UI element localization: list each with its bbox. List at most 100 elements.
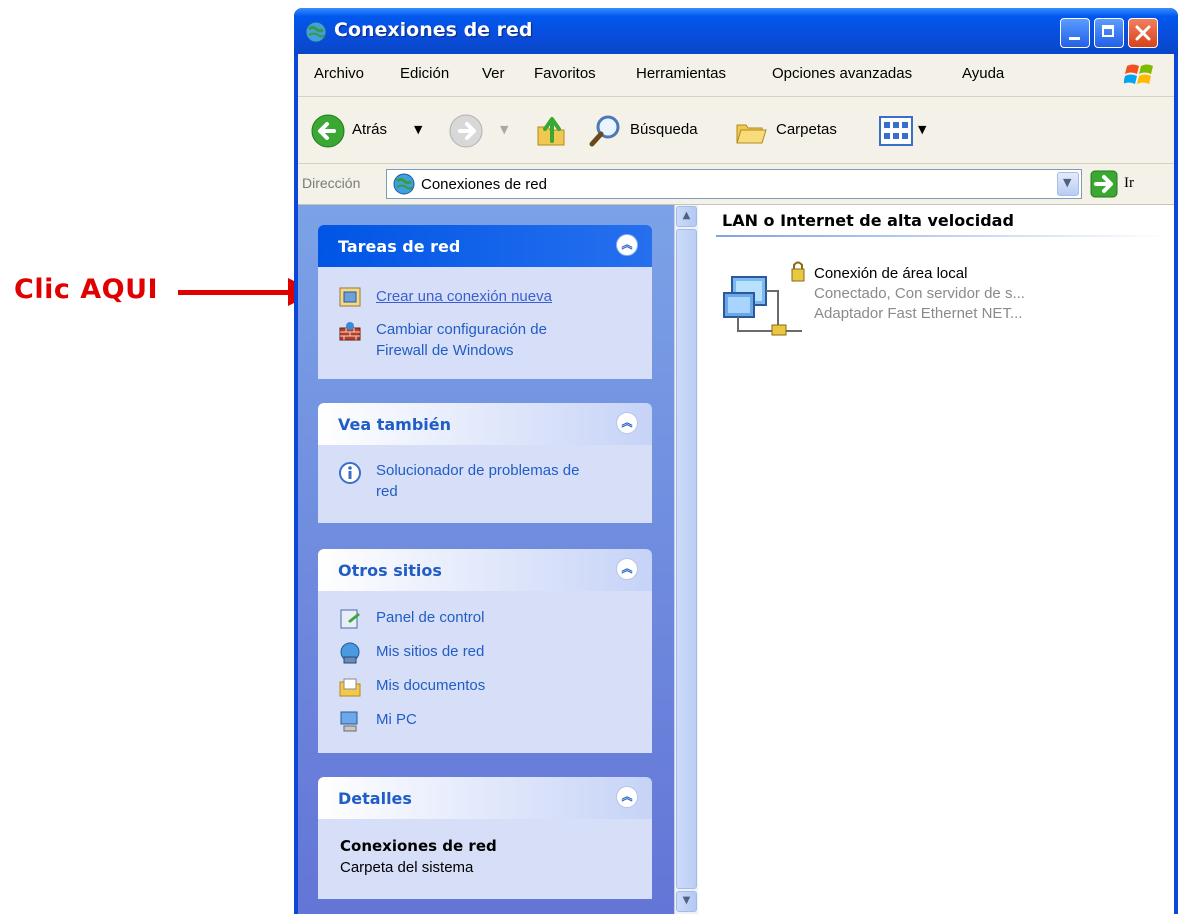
firewall-link-line2: Firewall de Windows xyxy=(376,342,514,359)
views-button[interactable]: ▼ xyxy=(878,113,938,149)
click-here-annotation: Clic AQUI xyxy=(0,270,320,314)
documents-folder-icon xyxy=(339,678,361,697)
scroll-up-button[interactable]: ▲ xyxy=(676,206,697,227)
back-dropdown-icon[interactable]: ▼ xyxy=(414,123,422,136)
troubleshooter-line2: red xyxy=(376,483,398,500)
address-value: Conexiones de red xyxy=(421,176,547,193)
panel-network-tasks: Tareas de red ︽ Crear una conexión nueva xyxy=(318,225,652,379)
views-icon xyxy=(879,116,913,146)
explorer-window: Conexiones de red Archivo Edición Ver Fa… xyxy=(294,8,1178,914)
chevron-down-icon: ▼ xyxy=(1063,176,1072,189)
firewall-icon xyxy=(339,322,361,341)
panel-other-places-body: Panel de control Mis sitios de red Mis d… xyxy=(318,591,652,753)
scroll-down-button[interactable]: ▼ xyxy=(676,891,697,912)
back-label: Atrás xyxy=(352,121,388,138)
folders-label: Carpetas xyxy=(776,121,837,138)
network-connections-icon xyxy=(393,173,415,195)
chevron-up-icon[interactable]: ︽ xyxy=(616,786,638,808)
back-arrow-icon xyxy=(311,114,345,148)
chevron-up-icon[interactable]: ︽ xyxy=(616,412,638,434)
panel-see-also-body: Solucionador de problemas de red xyxy=(318,445,652,523)
back-button[interactable]: Atrás ▼ xyxy=(310,113,430,149)
panel-title: Tareas de red xyxy=(338,237,461,256)
close-button[interactable] xyxy=(1128,18,1158,48)
address-dropdown-button[interactable]: ▼ xyxy=(1057,172,1079,196)
menu-favoritos[interactable]: Favoritos xyxy=(534,65,596,82)
folders-icon xyxy=(736,124,767,144)
menu-opciones-avanzadas[interactable]: Opciones avanzadas xyxy=(772,65,912,82)
panel-other-places-header[interactable]: Otros sitios ︽ xyxy=(318,549,652,591)
minimize-icon xyxy=(1069,37,1080,40)
annotation-label: Clic AQUI xyxy=(14,274,159,305)
title-bar[interactable]: Conexiones de red xyxy=(294,8,1178,54)
connection-name: Conexión de área local xyxy=(814,265,968,282)
details-name: Conexiones de red xyxy=(340,837,497,855)
maximize-button[interactable] xyxy=(1094,18,1124,48)
task-pane-scrollbar[interactable]: ▲ ▼ xyxy=(674,205,698,914)
panel-see-also: Vea también ︽ Solucionador de problemas … xyxy=(318,403,652,523)
search-icon xyxy=(589,115,620,147)
network-connections-icon xyxy=(305,21,327,43)
window-client: Archivo Edición Ver Favoritos Herramient… xyxy=(298,54,1174,914)
chevron-up-icon[interactable]: ︽ xyxy=(616,234,638,256)
menu-herramientas[interactable]: Herramientas xyxy=(636,65,726,82)
menu-bar: Archivo Edición Ver Favoritos Herramient… xyxy=(298,54,1174,97)
control-panel-icon xyxy=(340,609,360,629)
scroll-thumb[interactable] xyxy=(676,229,697,889)
panel-details-body: Conexiones de red Carpeta del sistema xyxy=(318,819,652,899)
up-folder-icon xyxy=(537,117,565,146)
forward-dropdown-icon[interactable]: ▼ xyxy=(500,123,508,136)
windows-logo-icon xyxy=(1124,64,1153,84)
panel-see-also-header[interactable]: Vea también ︽ xyxy=(318,403,652,445)
network-places-link[interactable]: Mis sitios de red xyxy=(376,641,484,662)
menu-ver[interactable]: Ver xyxy=(482,65,505,82)
maximize-icon xyxy=(1102,25,1114,37)
address-bar: Dirección Conexiones de red ▼ Ir xyxy=(298,164,1174,205)
menu-ayuda[interactable]: Ayuda xyxy=(962,65,1004,82)
annotation-arrow-line xyxy=(178,290,290,295)
local-area-connection-item[interactable]: Conexión de área local Conectado, Con se… xyxy=(698,205,1138,355)
folders-button[interactable]: Carpetas xyxy=(734,113,864,149)
forward-arrow-icon xyxy=(449,114,483,148)
my-pc-link[interactable]: Mi PC xyxy=(376,709,417,730)
go-arrow-icon[interactable] xyxy=(1090,170,1118,198)
panel-title: Detalles xyxy=(338,789,412,808)
panel-network-tasks-header[interactable]: Tareas de red ︽ xyxy=(318,225,652,267)
minimize-button[interactable] xyxy=(1060,18,1090,48)
panel-other-places: Otros sitios ︽ Panel de control Mis siti… xyxy=(318,549,652,753)
go-label[interactable]: Ir xyxy=(1124,175,1134,192)
panel-details-header[interactable]: Detalles ︽ xyxy=(318,777,652,819)
firewall-link-line1: Cambiar configuración de xyxy=(376,321,547,338)
connection-device: Adaptador Fast Ethernet NET... xyxy=(814,305,1023,322)
troubleshooter-line1: Solucionador de problemas de xyxy=(376,462,580,479)
address-label: Dirección xyxy=(302,175,361,191)
content-pane: LAN o Internet de alta velocidad Conexió… xyxy=(698,205,1174,914)
my-documents-link[interactable]: Mis documentos xyxy=(376,675,485,696)
menu-edicion[interactable]: Edición xyxy=(400,65,449,82)
create-connection-link[interactable]: Crear una conexión nueva xyxy=(376,286,552,307)
control-panel-link[interactable]: Panel de control xyxy=(376,607,484,628)
details-type: Carpeta del sistema xyxy=(340,859,474,876)
my-computer-icon xyxy=(340,711,358,732)
window-title: Conexiones de red xyxy=(334,19,533,41)
address-input[interactable]: Conexiones de red ▼ xyxy=(386,169,1082,199)
panel-title: Vea también xyxy=(338,415,452,434)
close-icon xyxy=(1135,25,1151,41)
panel-title: Otros sitios xyxy=(338,561,442,580)
troubleshooter-link[interactable]: Solucionador de problemas de red xyxy=(376,460,579,502)
forward-button[interactable]: ▼ xyxy=(448,113,518,149)
task-pane: Tareas de red ︽ Crear una conexión nueva xyxy=(298,205,674,914)
new-connection-icon xyxy=(339,287,361,307)
panel-details: Detalles ︽ Conexiones de red Carpeta del… xyxy=(318,777,652,899)
network-places-icon xyxy=(340,642,360,664)
search-button[interactable]: Búsqueda xyxy=(588,113,720,149)
menu-archivo[interactable]: Archivo xyxy=(314,65,364,82)
firewall-link[interactable]: Cambiar configuración de Firewall de Win… xyxy=(376,319,547,361)
up-folder-button[interactable] xyxy=(534,113,574,149)
lan-connection-icon xyxy=(723,261,805,336)
views-dropdown-icon[interactable]: ▼ xyxy=(918,123,926,136)
connection-status: Conectado, Con servidor de s... xyxy=(814,285,1025,302)
search-label: Búsqueda xyxy=(630,121,698,138)
panel-network-tasks-body: Crear una conexión nueva Cambiar configu… xyxy=(318,267,652,379)
chevron-up-icon[interactable]: ︽ xyxy=(616,558,638,580)
